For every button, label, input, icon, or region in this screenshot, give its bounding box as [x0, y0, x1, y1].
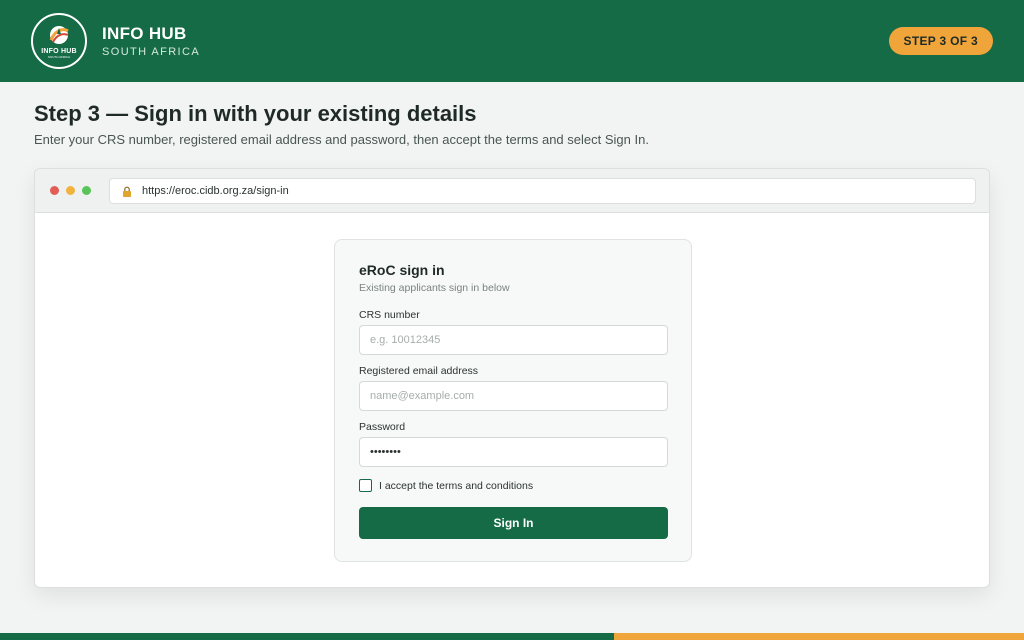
browser-toolbar: https://eroc.cidb.org.za/sign-in — [35, 169, 989, 213]
signin-subtitle: Existing applicants sign in below — [359, 282, 510, 294]
brand-title: INFO HUB — [102, 24, 187, 43]
password-label: Password — [359, 421, 406, 433]
address-bar[interactable]: https://eroc.cidb.org.za/sign-in — [109, 178, 976, 204]
terms-checkbox[interactable] — [359, 479, 372, 492]
brand: INFO HUB SOUTH AFRICA — [102, 24, 200, 59]
logo-mark-icon — [49, 25, 69, 44]
window-maximize-dot[interactable] — [82, 186, 91, 195]
footer-stripe-orange — [614, 633, 1024, 640]
step-badge: STEP 3 OF 3 — [888, 27, 993, 55]
email-input[interactable] — [359, 381, 668, 411]
info-hub-logo: INFO HUB SOUTH AFRICA — [31, 13, 87, 69]
lock-icon — [122, 185, 134, 197]
page-subtitle: Enter your CRS number, registered email … — [34, 132, 649, 147]
browser-window: https://eroc.cidb.org.za/sign-in eRoC si… — [34, 168, 990, 588]
crs-number-input[interactable] — [359, 325, 668, 355]
window-close-dot[interactable] — [50, 186, 59, 195]
address-url: https://eroc.cidb.org.za/sign-in — [142, 185, 289, 197]
logo-text: INFO HUB — [41, 47, 77, 55]
terms-row[interactable]: I accept the terms and conditions — [359, 479, 533, 492]
password-input[interactable] — [359, 437, 668, 467]
signin-title: eRoC sign in — [359, 262, 445, 278]
sign-in-button[interactable]: Sign In — [359, 507, 668, 539]
crs-number-label: CRS number — [359, 309, 420, 321]
window-minimize-dot[interactable] — [66, 186, 75, 195]
email-label: Registered email address — [359, 365, 479, 377]
page-title: Step 3 — Sign in with your existing deta… — [34, 101, 477, 126]
signin-card: eRoC sign in Existing applicants sign in… — [334, 239, 692, 562]
top-header: INFO HUB SOUTH AFRICA INFO HUB SOUTH AFR… — [0, 0, 1024, 82]
brand-subtitle: SOUTH AFRICA — [102, 46, 201, 58]
terms-label[interactable]: I accept the terms and conditions — [379, 480, 533, 492]
footer-stripe-green — [0, 633, 614, 640]
logo-subtext: SOUTH AFRICA — [47, 54, 71, 59]
